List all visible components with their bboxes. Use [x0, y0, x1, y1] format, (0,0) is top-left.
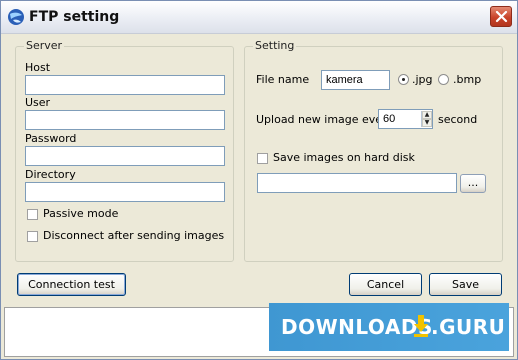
title-bar[interactable]: FTP setting — [1, 1, 517, 34]
format-jpg-radio[interactable] — [398, 74, 409, 85]
file-name-label: File name — [256, 73, 310, 86]
setting-legend: Setting — [253, 39, 297, 52]
watermark-text-left: DOWNLOADS — [281, 315, 433, 339]
host-input[interactable] — [25, 75, 225, 95]
watermark-banner: DOWNLOADS .GURU — [269, 303, 509, 351]
connection-test-button[interactable]: Connection test — [17, 273, 126, 296]
passive-mode-checkbox[interactable] — [27, 209, 38, 220]
disconnect-checkbox[interactable] — [27, 231, 38, 242]
password-input[interactable] — [25, 146, 225, 166]
upload-unit-label: second — [438, 113, 478, 126]
spin-up-icon[interactable]: ▲ — [422, 111, 432, 119]
ftp-setting-dialog: FTP setting Server Host User Password Di… — [0, 0, 518, 360]
format-jpg-label: .jpg — [412, 73, 433, 86]
disconnect-label: Disconnect after sending images — [43, 229, 225, 242]
save-to-disk-checkbox[interactable] — [257, 153, 268, 164]
spin-down-icon[interactable]: ▼ — [422, 119, 432, 127]
user-input[interactable] — [25, 110, 225, 130]
save-button[interactable]: Save — [429, 273, 502, 296]
upload-interval-label: Upload new image every — [256, 113, 394, 126]
window-title: FTP setting — [29, 9, 120, 25]
format-bmp-radio[interactable] — [438, 74, 449, 85]
save-to-disk-label: Save images on hard disk — [273, 151, 415, 164]
close-icon — [495, 11, 508, 23]
directory-input[interactable] — [25, 182, 225, 202]
cancel-button[interactable]: Cancel — [349, 273, 422, 296]
save-path-input[interactable] — [257, 173, 457, 193]
file-name-input[interactable] — [321, 70, 390, 90]
upload-interval-stepper[interactable]: ▲ ▼ — [421, 111, 432, 127]
server-legend: Server — [24, 39, 65, 52]
download-arrow-icon — [414, 315, 428, 337]
user-label: User — [25, 96, 51, 109]
format-bmp-label: .bmp — [453, 73, 482, 86]
browse-button[interactable]: ... — [460, 174, 486, 193]
host-label: Host — [25, 61, 51, 74]
password-label: Password — [25, 132, 77, 145]
directory-label: Directory — [25, 168, 76, 181]
globe-app-icon — [8, 9, 24, 25]
close-button[interactable] — [490, 6, 512, 27]
passive-mode-label: Passive mode — [43, 207, 119, 220]
watermark-text-right: .GURU — [431, 315, 506, 339]
